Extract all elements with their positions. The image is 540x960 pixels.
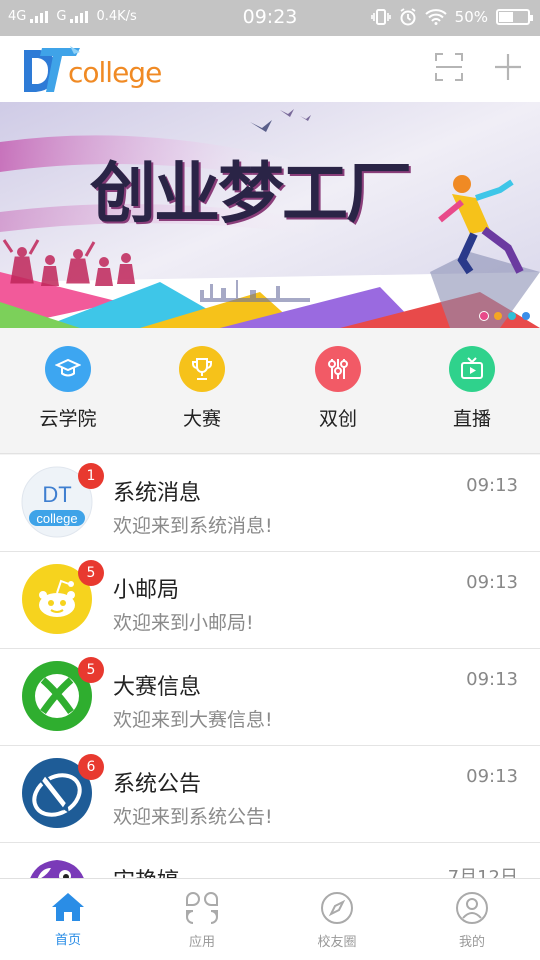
quick-entry-live[interactable]: 直播	[417, 346, 527, 431]
unread-badge: 5	[78, 560, 104, 586]
message-time: 09:13	[466, 669, 518, 690]
app-header: college	[0, 36, 540, 102]
logo-wordmark: college	[68, 56, 162, 89]
svg-text:college: college	[36, 511, 77, 526]
quick-entry-label: 直播	[452, 408, 491, 430]
carousel-indicator[interactable]	[480, 312, 530, 320]
apps-icon	[186, 891, 218, 924]
list-item[interactable]: 宋艳婷 7月12日	[0, 843, 540, 878]
message-list: DT college 1 系统消息 欢迎来到系统消息! 09:13 5 小邮局 …	[0, 455, 540, 878]
quick-entry-cloud-academy[interactable]: 云学院	[13, 346, 123, 431]
tv-icon	[449, 346, 495, 392]
quick-entry-contest[interactable]: 大赛	[147, 346, 257, 431]
quick-entry-bar: 云学院 大赛 双创 直播	[0, 328, 540, 454]
home-icon	[52, 893, 84, 921]
unread-badge: 5	[78, 657, 104, 683]
banner-title: 创业梦工厂	[90, 154, 412, 232]
message-time: 7月12日	[447, 867, 518, 878]
message-preview: 欢迎来到小邮局!	[113, 612, 254, 634]
carousel-dot[interactable]	[494, 312, 502, 320]
message-title: 宋艳婷	[113, 863, 179, 878]
system-indicators: 50%	[370, 8, 533, 26]
tab-label: 校友圈	[317, 935, 357, 950]
graduation-cap-icon	[45, 346, 91, 392]
message-time: 09:13	[466, 572, 518, 593]
compass-icon	[321, 892, 353, 924]
status-bar: 4G G 0.4K/s 09:23 50%	[0, 0, 540, 36]
carousel-dot[interactable]	[480, 312, 488, 320]
message-title: 小邮局	[113, 578, 180, 603]
bottom-tab-bar: 首页 应用 校友圈 我的	[0, 878, 540, 960]
quick-entry-innovation[interactable]: 双创	[283, 346, 393, 431]
message-title: 系统公告	[113, 772, 202, 797]
tab-label: 应用	[188, 935, 215, 950]
promo-banner[interactable]: 创业梦工厂	[0, 102, 540, 328]
unread-badge: 6	[78, 754, 104, 780]
message-preview: 欢迎来到系统公告!	[113, 806, 273, 828]
user-icon	[456, 892, 488, 924]
message-preview: 欢迎来到大赛信息!	[113, 709, 273, 731]
quick-entry-label: 双创	[318, 408, 357, 430]
list-item[interactable]: 6 系统公告 欢迎来到系统公告! 09:13	[0, 746, 540, 843]
list-item[interactable]: 5 小邮局 欢迎来到小邮局! 09:13	[0, 552, 540, 649]
message-time: 09:13	[466, 766, 518, 787]
alarm-icon	[400, 8, 416, 26]
unread-badge: 1	[78, 463, 104, 489]
battery-level	[499, 12, 513, 22]
carousel-dot[interactable]	[508, 312, 516, 320]
dt-college-logo[interactable]: college	[22, 42, 162, 96]
tab-profile[interactable]: 我的	[422, 891, 522, 950]
list-item[interactable]: DT college 1 系统消息 欢迎来到系统消息! 09:13	[0, 455, 540, 552]
purple-character-avatar	[21, 854, 93, 878]
list-item[interactable]: 5 大赛信息 欢迎来到大赛信息! 09:13	[0, 649, 540, 746]
tab-label: 我的	[458, 935, 485, 950]
tab-apps[interactable]: 应用	[152, 891, 252, 950]
sliders-icon	[315, 346, 361, 392]
message-title: 系统消息	[113, 481, 202, 506]
svg-text:DT: DT	[42, 482, 71, 507]
plus-icon[interactable]	[494, 53, 522, 81]
trophy-icon	[179, 346, 225, 392]
quick-entry-label: 大赛	[182, 408, 221, 430]
tab-label: 首页	[54, 933, 81, 948]
tab-home[interactable]: 首页	[18, 891, 118, 948]
message-time: 09:13	[466, 475, 518, 496]
vibrate-icon	[370, 9, 391, 25]
wifi-icon	[424, 9, 447, 25]
quick-entry-label: 云学院	[39, 408, 97, 430]
scan-icon[interactable]	[434, 52, 464, 82]
battery-icon	[496, 9, 533, 25]
carousel-dot[interactable]	[522, 312, 530, 320]
battery-percent: 50%	[454, 8, 488, 26]
message-title: 大赛信息	[113, 675, 202, 700]
message-preview: 欢迎来到系统消息!	[113, 515, 273, 537]
tab-alumni[interactable]: 校友圈	[287, 891, 387, 950]
